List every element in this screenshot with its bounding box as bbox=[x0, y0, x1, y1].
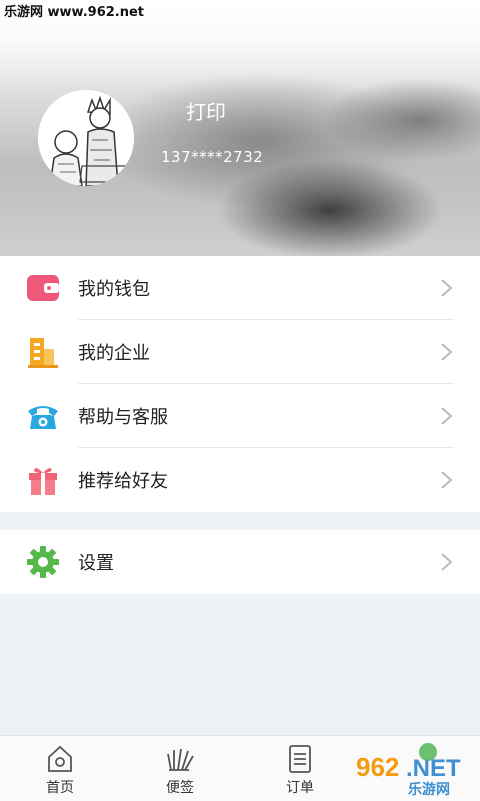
svg-text:乐游网: 乐游网 bbox=[408, 781, 450, 796]
menu-item-label: 我的企业 bbox=[78, 343, 150, 364]
gift-icon bbox=[26, 463, 60, 497]
chevron-right-icon bbox=[436, 278, 456, 298]
avatar[interactable] bbox=[38, 90, 134, 186]
menu-item-recommend[interactable]: 推荐给好友 bbox=[0, 448, 480, 512]
tab-label: 订单 bbox=[286, 780, 314, 796]
site-logo: 962 .NET 乐游网 bbox=[354, 742, 474, 798]
tab-label: 便签 bbox=[166, 780, 194, 796]
svg-text:962: 962 bbox=[356, 752, 399, 782]
building-icon bbox=[26, 335, 60, 369]
tab-memo[interactable]: 便签 bbox=[120, 736, 240, 801]
wallet-icon bbox=[26, 271, 60, 305]
chevron-right-icon bbox=[436, 406, 456, 426]
telephone-icon bbox=[26, 399, 60, 433]
menu-item-label: 推荐给好友 bbox=[78, 471, 168, 492]
tab-home[interactable]: 首页 bbox=[0, 736, 120, 801]
profile-phone: 137****2732 bbox=[161, 148, 264, 166]
svg-text:.NET: .NET bbox=[406, 755, 461, 782]
menu-item-company[interactable]: 我的企业 bbox=[0, 320, 480, 384]
home-icon bbox=[45, 744, 75, 774]
tab-order[interactable]: 订单 bbox=[240, 736, 360, 801]
memo-icon bbox=[165, 744, 195, 774]
watermark-text: 乐游网 www.962.net bbox=[4, 5, 145, 20]
avatar-illustration bbox=[38, 90, 134, 186]
gear-icon bbox=[26, 545, 60, 579]
menu-group-primary: 我的钱包 我的企业 帮助与客服 推荐给好友 bbox=[0, 256, 480, 512]
menu-item-label: 帮助与客服 bbox=[78, 407, 168, 428]
menu-item-label: 我的钱包 bbox=[78, 279, 150, 300]
chevron-right-icon bbox=[436, 470, 456, 490]
menu-item-settings[interactable]: 设置 bbox=[0, 530, 480, 594]
menu-item-help[interactable]: 帮助与客服 bbox=[0, 384, 480, 448]
menu-group-settings: 设置 bbox=[0, 530, 480, 594]
menu-item-label: 设置 bbox=[78, 553, 114, 574]
profile-name: 打印 bbox=[186, 100, 226, 124]
chevron-right-icon bbox=[436, 342, 456, 362]
chevron-right-icon bbox=[436, 552, 456, 572]
menu-item-wallet[interactable]: 我的钱包 bbox=[0, 256, 480, 320]
profile-header: 打印 137****2732 bbox=[0, 0, 480, 256]
tab-label: 首页 bbox=[46, 780, 74, 796]
order-icon bbox=[285, 744, 315, 774]
